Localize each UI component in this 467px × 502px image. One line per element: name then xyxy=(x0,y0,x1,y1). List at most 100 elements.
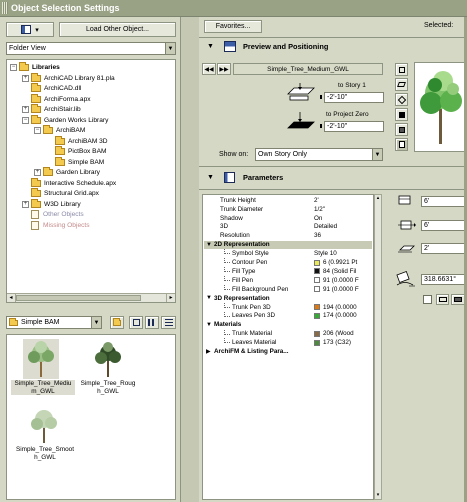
height-field[interactable]: 6' xyxy=(421,196,467,207)
load-other-object-button[interactable]: Load Other Object... xyxy=(59,22,176,37)
parameter-group-row[interactable]: ▼ 3D Representation xyxy=(204,294,372,303)
side-view-button[interactable] xyxy=(395,78,408,91)
parameters-section-header[interactable]: ▼ Parameters xyxy=(207,172,283,183)
tree-item[interactable]: Missing Objects xyxy=(22,220,90,230)
tree-item[interactable]: ArchiBAM 3D xyxy=(46,135,108,146)
parameter-row[interactable]: 3D Detailed xyxy=(204,223,372,232)
parameter-row[interactable]: Shadow On xyxy=(204,214,372,223)
collapse-triangle-icon[interactable]: ▼ xyxy=(206,242,212,248)
tree-item[interactable]: Structural Grid.apx xyxy=(22,188,99,198)
collapse-triangle-icon[interactable]: ▼ xyxy=(206,322,212,328)
object-thumbnail[interactable]: Simple_Tree_Roug h_GWL xyxy=(77,339,139,401)
tree-item[interactable]: + W3D Library xyxy=(22,198,81,209)
tree-item[interactable]: − Garden Works Library xyxy=(22,114,108,125)
tree-item[interactable]: ArchiForma.apx xyxy=(22,93,91,104)
large-icons-button[interactable] xyxy=(129,316,143,329)
favorites-button[interactable]: Favorites... xyxy=(204,20,262,33)
object-thumbnail[interactable]: Simple_Tree_Mediu m_GWL xyxy=(11,339,75,401)
tree-horizontal-scrollbar[interactable]: ◂ ▸ xyxy=(7,293,175,302)
parameter-row[interactable]: Symbol Style Style 10 xyxy=(204,249,372,258)
expand-triangle-icon[interactable]: ▶ xyxy=(206,348,211,355)
parameter-value[interactable]: Style 10 xyxy=(314,250,337,257)
collapse-icon[interactable]: − xyxy=(22,116,29,124)
parameter-value[interactable]: 194 (0.0000 xyxy=(314,304,357,311)
collapse-icon[interactable]: − xyxy=(34,127,41,134)
scroll-up-arrow-icon[interactable]: ▴ xyxy=(375,195,381,202)
parameter-value[interactable]: 1/2" xyxy=(314,206,325,213)
parameter-value[interactable]: 91 (0.0000 F xyxy=(314,286,359,293)
parameter-row[interactable]: Leaves Material 173 (C32) xyxy=(204,338,372,347)
tree-item[interactable]: Interactive Schedule.apx xyxy=(22,177,116,188)
rotation-angle-field[interactable]: 318.6631° xyxy=(421,274,467,285)
parameter-list-scrollbar[interactable]: ▴ ▾ xyxy=(374,194,382,500)
plan-view-button[interactable] xyxy=(395,63,408,76)
parameter-group-row[interactable]: ▶ ArchiFM & Listing Para... xyxy=(204,347,372,356)
parameter-value[interactable]: 36 xyxy=(314,232,321,239)
parameter-value[interactable]: Detailed xyxy=(314,223,337,230)
parameter-value[interactable]: 173 (C32) xyxy=(314,339,351,346)
tree-item[interactable]: + ArchiStair.lib xyxy=(22,104,81,114)
small-icons-button[interactable] xyxy=(145,316,159,329)
list-view-button[interactable] xyxy=(161,316,176,329)
mirror-button[interactable] xyxy=(436,294,449,305)
wireframe-3d-button[interactable] xyxy=(395,93,408,106)
tree-item[interactable]: − ArchiBAM xyxy=(34,125,85,135)
show-on-select[interactable]: Own Story Only ▼ xyxy=(255,148,383,161)
expand-icon[interactable]: + xyxy=(22,106,29,113)
parameter-value[interactable]: 84 (Solid Fil xyxy=(314,268,356,275)
to-project-zero-field[interactable]: -2'-10" xyxy=(324,121,384,132)
tree-item[interactable]: Simple BAM xyxy=(46,156,104,167)
parameter-row[interactable]: Trunk Pen 3D 194 (0.0000 xyxy=(204,302,372,312)
width-field[interactable]: 6' xyxy=(421,220,467,231)
collapse-icon[interactable]: − xyxy=(10,64,17,71)
tree-item[interactable]: + Garden Library xyxy=(34,167,100,177)
expand-icon[interactable]: + xyxy=(34,169,41,176)
expand-icon[interactable]: + xyxy=(22,200,29,208)
current-folder-select[interactable]: Simple BAM ▼ xyxy=(6,316,102,329)
up-folder-button[interactable] xyxy=(110,316,124,329)
parameter-row[interactable]: Leaves Pen 3D 174 (0.0000 xyxy=(204,311,372,321)
view-mode-select[interactable]: Folder View ▼ xyxy=(6,42,176,55)
parameter-row[interactable]: Fill Pen 91 (0.0000 F xyxy=(204,276,372,285)
parameter-group-row[interactable]: ▼ Materials xyxy=(204,321,372,330)
parameter-row[interactable]: Resolution 36 xyxy=(204,232,372,241)
parameter-row[interactable]: Trunk Material 206 (Wood xyxy=(204,329,372,339)
preview-section-header[interactable]: ▼ Preview and Positioning xyxy=(207,41,328,52)
parameter-row[interactable]: Fill Type 84 (Solid Fil xyxy=(204,267,372,276)
object-thumbnail[interactable]: Simple_Tree_Smoot h_GWL xyxy=(13,405,77,467)
scroll-thumb[interactable] xyxy=(16,295,141,301)
tree-connector xyxy=(224,267,230,273)
parameter-row[interactable]: Fill Background Pen 91 (0.0000 F xyxy=(204,285,372,294)
parameter-row[interactable]: Trunk Height 2' xyxy=(204,196,372,205)
parameter-value[interactable]: 206 (Wood xyxy=(314,330,354,337)
parameter-value[interactable]: 2' xyxy=(314,197,319,204)
flip-button[interactable] xyxy=(451,294,465,305)
parameter-value[interactable]: 91 (0.0000 F xyxy=(314,277,359,284)
parameter-value-text: On xyxy=(314,214,323,222)
tree-item[interactable]: PictBox BAM xyxy=(46,146,106,156)
parameter-value[interactable]: 174 (0.0000 xyxy=(314,312,357,319)
scroll-left-arrow-icon[interactable]: ◂ xyxy=(7,294,16,302)
tree-item[interactable]: ArchiCAD.dll xyxy=(22,83,81,93)
shaded-3d-button[interactable] xyxy=(395,123,408,136)
tree-item[interactable]: + ArchiCAD Library 81.pla xyxy=(22,72,115,83)
tree-item[interactable]: − Libraries xyxy=(10,62,60,72)
previous-object-button[interactable]: ◀◀ xyxy=(202,63,216,75)
hidden-line-3d-button[interactable] xyxy=(395,108,408,121)
parameter-row[interactable]: Trunk Diameter 1/2" xyxy=(204,205,372,214)
section-view-button[interactable] xyxy=(395,138,408,151)
parameter-value[interactable]: 6 (0.9921 Pt xyxy=(314,259,357,266)
parameter-value[interactable]: On xyxy=(314,215,322,222)
depth-field[interactable]: 2' xyxy=(421,243,467,254)
parameter-group-row[interactable]: ▼ 2D Representation xyxy=(204,240,372,249)
mirror-checkbox[interactable] xyxy=(423,295,432,304)
next-object-button[interactable]: ▶▶ xyxy=(217,63,231,75)
expand-icon[interactable]: + xyxy=(22,74,29,82)
parameter-row[interactable]: Contour Pen 6 (0.9921 Pt xyxy=(204,258,372,267)
scroll-down-arrow-icon[interactable]: ▾ xyxy=(375,492,381,499)
view-toggle-button[interactable]: ▾ xyxy=(6,22,54,37)
to-story-field[interactable]: -2'-10" xyxy=(324,92,384,103)
tree-item[interactable]: Other Objects xyxy=(22,210,84,219)
scroll-right-arrow-icon[interactable]: ▸ xyxy=(166,294,175,302)
collapse-triangle-icon[interactable]: ▼ xyxy=(206,295,212,301)
